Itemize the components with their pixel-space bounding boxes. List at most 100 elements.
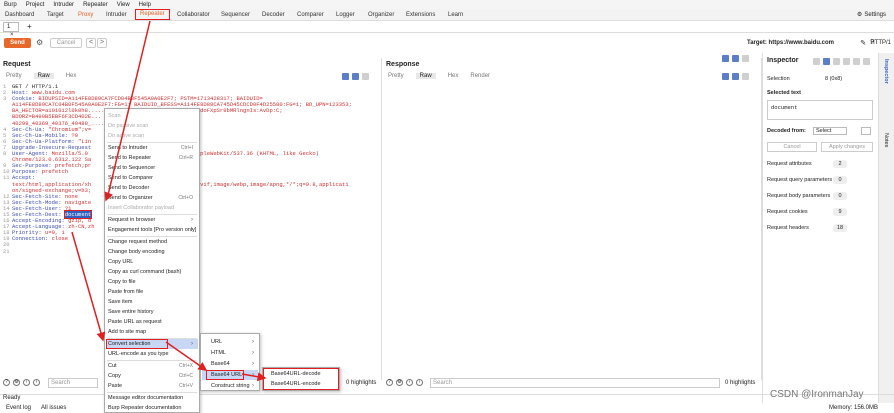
- menu-item[interactable]: URL-encode as you type: [108, 349, 196, 359]
- tab-comparer[interactable]: Comparer: [297, 10, 324, 20]
- apply-changes-button[interactable]: Apply changes: [821, 142, 873, 152]
- response-search-input[interactable]: Search: [430, 378, 720, 388]
- help-icon[interactable]: ?: [386, 379, 393, 386]
- event-log-tab[interactable]: Event log: [6, 405, 31, 411]
- inspector-section[interactable]: Request attributes 2: [767, 159, 847, 169]
- tab-dashboard[interactable]: Dashboard: [5, 10, 34, 20]
- menu-item[interactable]: Change request method: [108, 237, 196, 247]
- submenu-item[interactable]: Base64 ›: [211, 359, 257, 369]
- all-issues-tab[interactable]: All issues: [41, 405, 66, 411]
- layout-icon[interactable]: [732, 55, 739, 62]
- tab-repeater[interactable]: Repeater: [135, 9, 170, 20]
- menu-item[interactable]: Paste Ctrl+V: [108, 381, 196, 391]
- repeater-tab-1[interactable]: 1 ×: [3, 22, 19, 38]
- tab-sequencer[interactable]: Sequencer: [221, 10, 250, 20]
- tab-pretty[interactable]: Pretty: [388, 73, 404, 79]
- side-tab-notes[interactable]: Notes: [883, 133, 889, 147]
- menu-item[interactable]: Add to site map: [108, 327, 196, 337]
- inspector-section[interactable]: Request query parameters 0: [767, 175, 847, 185]
- layout-icon[interactable]: [742, 55, 749, 62]
- menu-repeater[interactable]: Repeater: [83, 2, 108, 8]
- tab-pretty[interactable]: Pretty: [6, 73, 22, 79]
- forward-icon[interactable]: ›: [33, 379, 40, 386]
- menu-item[interactable]: Send to Repeater Ctrl+R: [108, 153, 196, 163]
- forward-icon[interactable]: ›: [416, 379, 423, 386]
- close-icon[interactable]: [863, 58, 870, 65]
- add-tab-button[interactable]: +: [27, 22, 32, 31]
- menu-item[interactable]: Message editor documentation: [108, 393, 196, 403]
- menu-item[interactable]: Send to Comparer: [108, 173, 196, 183]
- tab-proxy[interactable]: Proxy: [78, 10, 93, 20]
- layout-icon[interactable]: [823, 58, 830, 65]
- back-icon[interactable]: ‹: [406, 379, 413, 386]
- submenu-item[interactable]: Base64URL-decode: [271, 369, 321, 379]
- http-version[interactable]: HTTP/1: [870, 40, 891, 46]
- tab-raw[interactable]: Raw: [415, 73, 436, 79]
- menu-item[interactable]: Copy as curl command (bash): [108, 267, 196, 277]
- tab-intruder[interactable]: Intruder: [106, 10, 127, 20]
- settings-icon[interactable]: ⚙: [396, 379, 403, 386]
- tab-raw[interactable]: Raw: [33, 73, 54, 79]
- menu-item[interactable]: Engagement tools [Pro version only] ›: [108, 225, 196, 235]
- help-icon[interactable]: ?: [3, 379, 10, 386]
- pretty-print-icon[interactable]: [722, 73, 729, 80]
- submenu-item[interactable]: Construct string ›: [211, 381, 257, 391]
- tab-extensions[interactable]: Extensions: [406, 10, 435, 20]
- gear-icon[interactable]: ⚙: [36, 38, 46, 48]
- menu-item[interactable]: Change body encoding: [108, 247, 196, 257]
- menu-item[interactable]: Save entire history: [108, 307, 196, 317]
- inspector-cancel-button[interactable]: Cancel: [767, 142, 817, 152]
- tab-collaborator[interactable]: Collaborator: [177, 10, 210, 20]
- layout-icon[interactable]: [722, 55, 729, 62]
- menu-item[interactable]: Paste URL as request: [108, 317, 196, 327]
- collapse-icon[interactable]: [833, 58, 840, 65]
- menu-project[interactable]: Project: [26, 2, 45, 8]
- tab-organizer[interactable]: Organizer: [368, 10, 394, 20]
- tab-hex[interactable]: Hex: [66, 73, 77, 79]
- menu-item[interactable]: Convert selection ›: [108, 339, 196, 349]
- selected-text-box[interactable]: document: [767, 100, 873, 120]
- menu-item[interactable]: Cut Ctrl+X: [108, 361, 196, 371]
- back-icon[interactable]: ‹: [23, 379, 30, 386]
- tab-render[interactable]: Render: [470, 73, 490, 79]
- edit-icon[interactable]: ✎: [860, 39, 866, 47]
- menu-item[interactable]: Copy URL: [108, 257, 196, 267]
- menu-help[interactable]: Help: [139, 2, 151, 8]
- menu-item[interactable]: Send to Intruder Ctrl+I: [108, 143, 196, 153]
- tab-decoder[interactable]: Decoder: [262, 10, 285, 20]
- decoded-from-select[interactable]: Select: [813, 127, 847, 135]
- inspector-section[interactable]: Request body parameters 0: [767, 191, 847, 201]
- decode-toggle[interactable]: [861, 127, 871, 135]
- submenu-item[interactable]: URL ›: [211, 337, 257, 347]
- menu-item[interactable]: Copy to file: [108, 277, 196, 287]
- menu-item[interactable]: Copy Ctrl+C: [108, 371, 196, 381]
- menu-item[interactable]: Send to Organizer Ctrl+O: [108, 193, 196, 203]
- submenu-item[interactable]: Base64URL-encode: [271, 379, 321, 389]
- tab-hex[interactable]: Hex: [448, 73, 459, 79]
- send-button[interactable]: Send: [4, 38, 31, 48]
- newline-icon[interactable]: [732, 73, 739, 80]
- menu-intruder[interactable]: Intruder: [53, 2, 74, 8]
- tab-target[interactable]: Target: [47, 10, 64, 20]
- menu-item[interactable]: Send to Sequencer: [108, 163, 196, 173]
- cancel-button[interactable]: Cancel: [50, 38, 82, 48]
- layout-icon[interactable]: [813, 58, 820, 65]
- menu-item[interactable]: Request in browser ›: [108, 215, 196, 225]
- inspector-section[interactable]: Request headers 18: [767, 223, 847, 233]
- newline-icon[interactable]: [352, 73, 359, 80]
- forward-button[interactable]: >: [97, 38, 107, 48]
- request-search-input[interactable]: Search: [48, 378, 98, 388]
- menu-item[interactable]: Paste from file: [108, 287, 196, 297]
- inspector-section[interactable]: Request cookies 9: [767, 207, 847, 217]
- menu-icon[interactable]: [742, 73, 749, 80]
- tab-logger[interactable]: Logger: [336, 10, 355, 20]
- back-button[interactable]: <: [86, 38, 96, 48]
- menu-view[interactable]: View: [117, 2, 130, 8]
- submenu-item[interactable]: Base64 URL ›: [211, 370, 257, 380]
- tab-learn[interactable]: Learn: [448, 10, 463, 20]
- menu-item[interactable]: Save item: [108, 297, 196, 307]
- side-tab-inspector[interactable]: Inspector: [883, 59, 889, 84]
- menu-icon[interactable]: [362, 73, 369, 80]
- menu-burp[interactable]: Burp: [4, 2, 17, 8]
- menu-item[interactable]: Burp Repeater documentation: [108, 403, 196, 413]
